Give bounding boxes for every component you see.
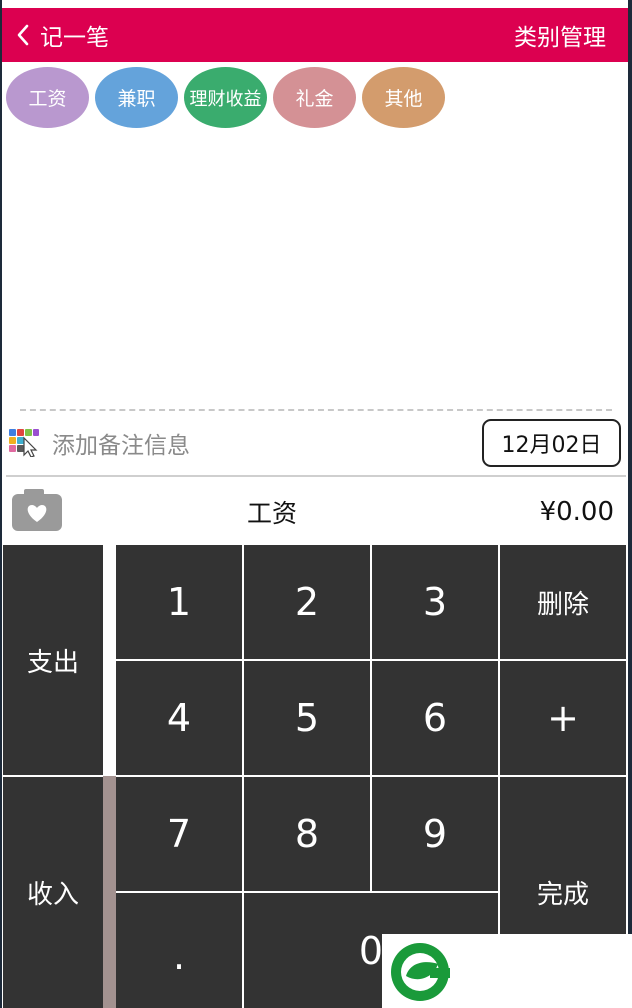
decimal-key[interactable]: . [116,893,242,1008]
key-1[interactable]: 1 [116,545,242,659]
date-button[interactable]: 12月02日 [482,419,621,467]
camera-icon[interactable] [12,489,62,531]
page-title: 记一笔 [40,25,109,51]
leaf-logo-icon [391,943,450,1001]
category-chip-salary[interactable]: 工资 [6,67,89,128]
delete-key[interactable]: 删除 [500,545,626,659]
keypad-divider-strip [103,776,116,1008]
expense-key[interactable]: 支出 [3,545,103,775]
key-4[interactable]: 4 [116,661,242,775]
title-bar: 记一笔 类别管理 [2,8,628,62]
amount-display: ¥0.00 [539,497,614,527]
key-2[interactable]: 2 [244,545,370,659]
back-button[interactable]: 记一笔 [16,8,109,62]
key-7[interactable]: 7 [116,777,242,891]
category-chip-other[interactable]: 其他 [362,67,445,128]
key-3[interactable]: 3 [372,545,498,659]
key-6[interactable]: 6 [372,661,498,775]
key-9[interactable]: 9 [372,777,498,891]
note-edit-icon [9,429,39,457]
chevron-left-icon [17,24,29,46]
note-divider [6,475,626,477]
plus-key[interactable]: + [500,661,626,775]
income-key[interactable]: 收入 [3,777,103,1008]
category-chip-parttime[interactable]: 兼职 [95,67,178,128]
key-5[interactable]: 5 [244,661,370,775]
app-window: 记一笔 类别管理 工资 兼职 理财收益 礼金 其他 添加备注信息 12月02日 … [2,0,628,1008]
watermark-overlay [382,934,632,1008]
category-chip-gift-money[interactable]: 礼金 [273,67,356,128]
category-manage-button[interactable]: 类别管理 [514,8,606,62]
dashed-divider [20,409,612,411]
note-input[interactable]: 添加备注信息 [52,424,190,462]
selected-category: 工资 [246,499,297,528]
key-8[interactable]: 8 [244,777,370,891]
category-chip-investment[interactable]: 理财收益 [184,67,267,128]
